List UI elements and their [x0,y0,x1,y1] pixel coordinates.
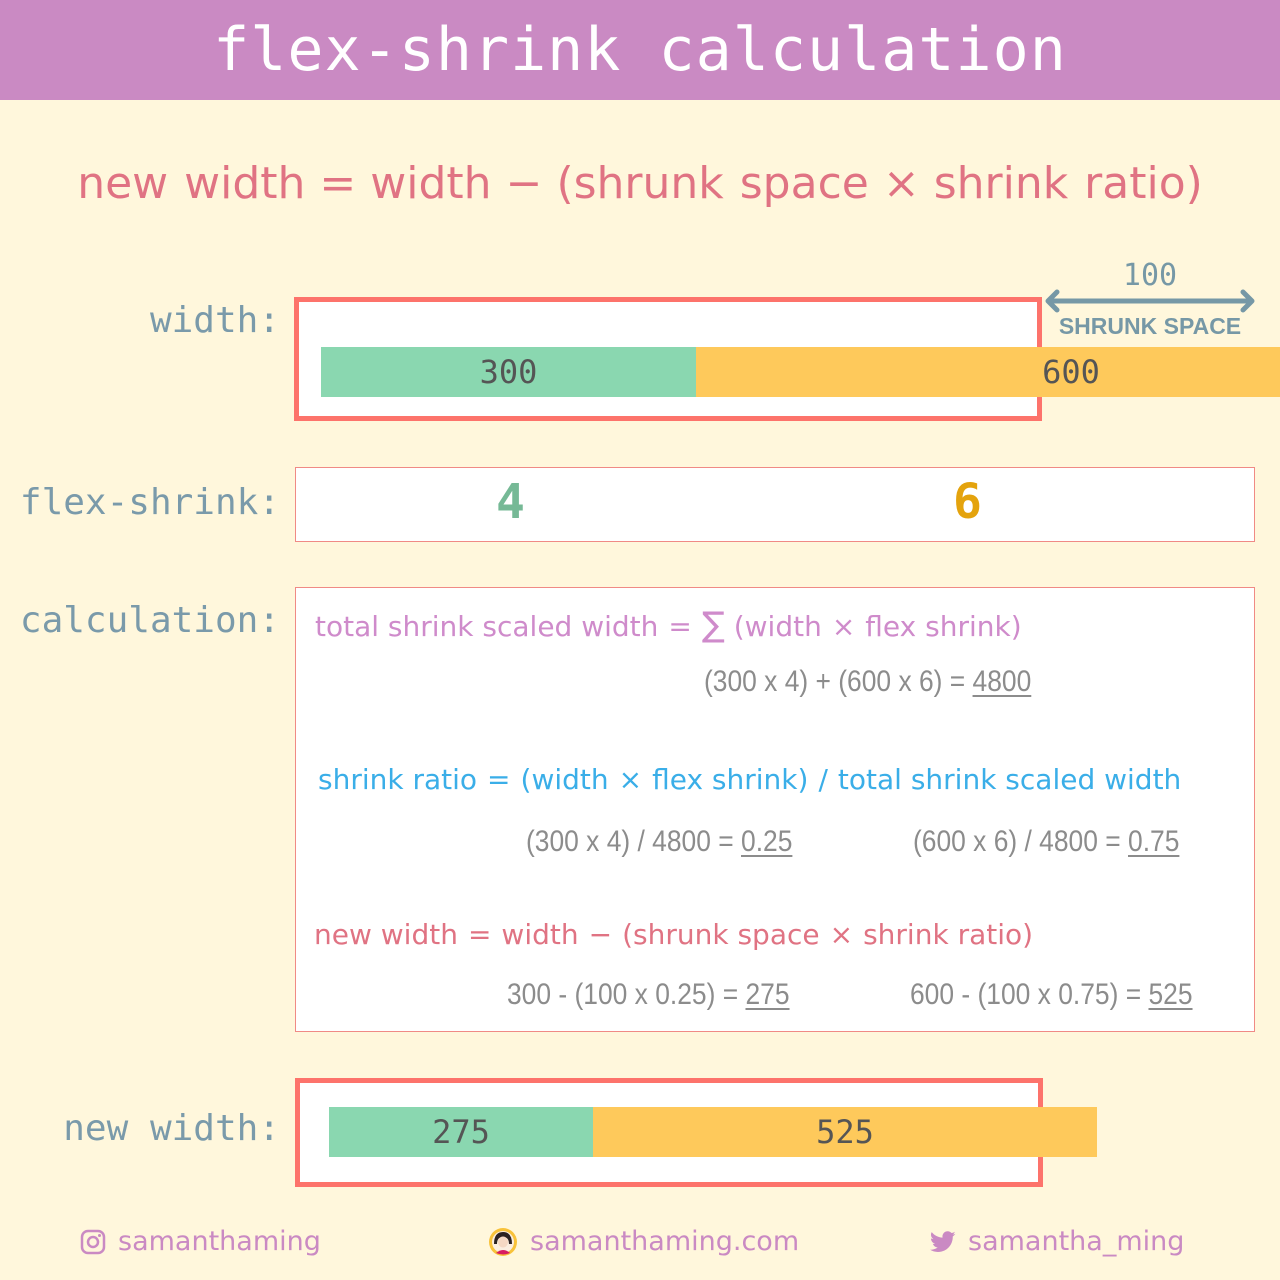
calculation-label: calculation: [19,600,280,641]
total-equals: = [668,610,692,643]
new-width-bar-label-2: 525 [816,1113,874,1151]
ratio-slash: / [818,763,828,796]
new-width-label: new width: [63,1108,280,1149]
formula-width: width [370,158,492,209]
ratio-rhs-open: (width [520,763,609,796]
formula-shrunk-space: shrunk space [573,158,869,209]
new-width-bar-label-1: 275 [432,1113,490,1151]
instagram-handle: samanthaming [118,1226,321,1257]
calculation-box [295,587,1255,1032]
footer-instagram[interactable]: samanthaming [80,1226,321,1257]
instagram-icon [80,1229,106,1254]
sigma-symbol: ∑ [701,605,725,645]
nw-minus: − [588,918,613,951]
page-title: flex-shrink calculation [213,15,1067,85]
total-lhs: total shrink scaled width [315,610,659,643]
width-bar-label-2: 600 [1042,353,1100,391]
ratio-result-expr-1: (300 x 4) / 4800 = [526,825,742,858]
ratio-result-value-1: 0.25 [741,825,793,858]
ratio-times: × [618,763,643,796]
ratio-result-expr-2: (600 x 6) / 4800 = [913,825,1129,858]
ratio-rhs-end: total shrink scaled width [837,763,1182,796]
shrunk-space-label: SHRUNK SPACE [1058,313,1242,339]
nw-result-expr-1: 300 - (100 x 0.25) = [507,978,746,1011]
nw-times: × [829,918,854,951]
new-width-bar-2: 525 [593,1107,1097,1157]
new-width-result-1: 300 - (100 x 0.25) = 275 [507,978,790,1012]
header-bar: flex-shrink calculation [0,0,1280,100]
total-times: × [831,610,856,643]
shrink-ratio-result-1: (300 x 4) / 4800 = 0.25 [526,825,792,859]
formula-close-paren: ) [1185,158,1203,209]
double-arrow-icon [1045,289,1255,313]
ratio-lhs: shrink ratio [318,763,478,796]
ratio-equals: = [487,763,511,796]
nw-close: shrink ratio) [863,918,1034,951]
new-width-formula: new width = width − (shrunk space × shrink rat… [314,918,1033,951]
flex-shrink-label: flex-shrink: [19,482,280,523]
formula-times: × [882,158,920,209]
formula-open-paren: ( [556,158,574,209]
width-bar-label-1: 300 [479,353,538,391]
total-shrink-formula: total shrink scaled width = ∑ (width × flex … [315,605,1022,645]
new-width-bar-1: 275 [329,1107,593,1157]
width-label: width: [149,300,280,341]
main-formula: new width = width − (shrunk space × shrink rat… [0,158,1280,209]
total-result-expr: (300 x 4) + (600 x 6) = [704,665,973,698]
width-bar-1: 300 [321,347,696,397]
shrink-ratio-result-2: (600 x 6) / 4800 = 0.75 [913,825,1179,859]
formula-minus: − [505,158,543,209]
total-rhs-open: (width [733,610,822,643]
nw-lhs: new width [314,918,458,951]
website-handle: samanthaming.com [530,1226,800,1257]
formula-lhs: new width [77,158,306,209]
total-shrink-result: (300 x 4) + (600 x 6) = 4800 [704,665,1031,699]
formula-shrink-ratio: shrink ratio [933,158,1186,209]
ratio-rhs-mid: flex shrink) [652,763,809,796]
ratio-result-value-2: 0.75 [1128,825,1180,858]
footer-website[interactable]: samanthaming.com [488,1226,799,1257]
twitter-icon [930,1230,956,1252]
nw-width: width [501,918,579,951]
flex-shrink-value-2: 6 [953,474,982,530]
nw-result-value-2: 525 [1148,978,1193,1011]
total-rhs-close: flex shrink) [865,610,1022,643]
flex-shrink-value-1: 4 [496,474,525,530]
nw-result-value-1: 275 [745,978,790,1011]
new-width-result-2: 600 - (100 x 0.75) = 525 [910,978,1193,1012]
nw-open: (shrunk space [622,918,820,951]
nw-result-expr-2: 600 - (100 x 0.75) = [910,978,1149,1011]
nw-equals: = [467,918,492,951]
formula-equals: = [319,158,357,209]
footer-twitter[interactable]: samantha_ming [930,1226,1184,1257]
twitter-handle: samantha_ming [968,1226,1185,1257]
width-bar-2: 600 [696,347,1280,397]
flex-shrink-box [295,467,1255,542]
avatar-icon [489,1227,517,1256]
total-result-value: 4800 [972,665,1032,698]
shrink-ratio-formula: shrink ratio = (width × flex shrink) / total s… [318,763,1181,796]
